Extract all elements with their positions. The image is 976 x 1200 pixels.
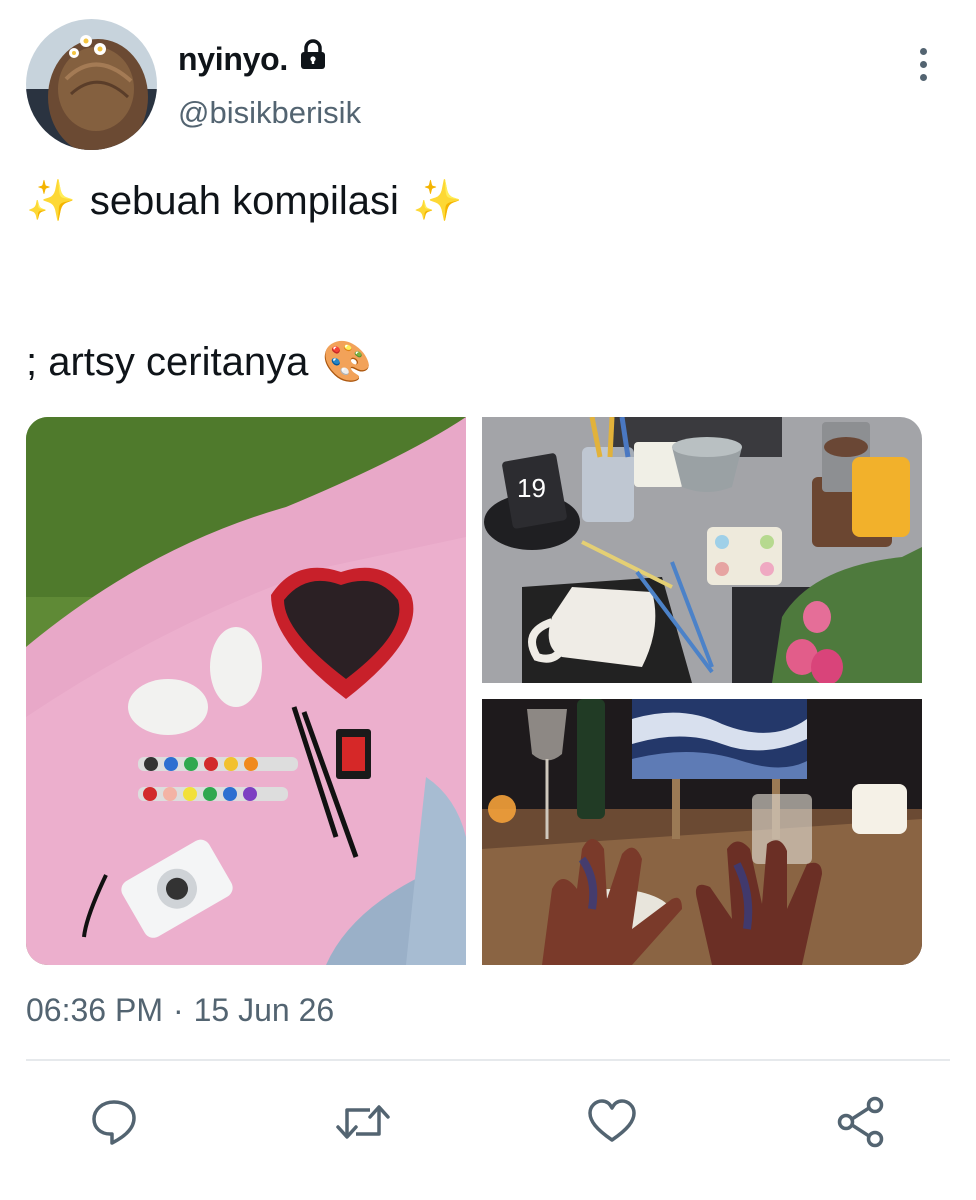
tweet-text: ; artsy ceritanya xyxy=(26,340,309,384)
picnic-blanket-photo[interactable] xyxy=(26,417,466,965)
divider xyxy=(26,1059,950,1061)
avatar[interactable] xyxy=(26,19,157,150)
like-icon[interactable] xyxy=(580,1090,644,1154)
sparkles-icon: ✨ xyxy=(26,179,76,223)
artist-palette-icon: 🎨 xyxy=(322,340,373,384)
user-handle[interactable]: @bisikberisik xyxy=(178,95,361,131)
tweet-text: sebuah kompilasi xyxy=(89,179,399,223)
ceramic-cafe-table-photo[interactable]: 19 xyxy=(482,417,922,683)
timestamp-separator: · xyxy=(172,992,184,1028)
tweet-date: 15 Jun 26 xyxy=(193,992,335,1028)
tweet-actions-bar xyxy=(0,1090,976,1154)
painting-hands-photo[interactable] xyxy=(482,699,922,965)
share-icon[interactable] xyxy=(829,1090,893,1154)
tweet-time: 06:36 PM xyxy=(26,992,163,1028)
tweet-text-line2: ; artsy ceritanya 🎨 xyxy=(26,338,372,386)
display-name-row[interactable]: nyinyo. xyxy=(178,38,330,80)
display-name[interactable]: nyinyo. xyxy=(178,41,288,78)
reply-icon[interactable] xyxy=(82,1090,146,1154)
sparkles-icon: ✨ xyxy=(412,179,463,223)
tweet-text-line1: ✨ sebuah kompilasi ✨ xyxy=(26,177,463,225)
more-options-icon[interactable] xyxy=(906,42,940,86)
svg-text:19: 19 xyxy=(517,473,546,503)
tweet-timestamp[interactable]: 06:36 PM · 15 Jun 26 xyxy=(26,992,334,1029)
retweet-icon[interactable] xyxy=(331,1090,395,1154)
lock-icon xyxy=(296,38,330,80)
